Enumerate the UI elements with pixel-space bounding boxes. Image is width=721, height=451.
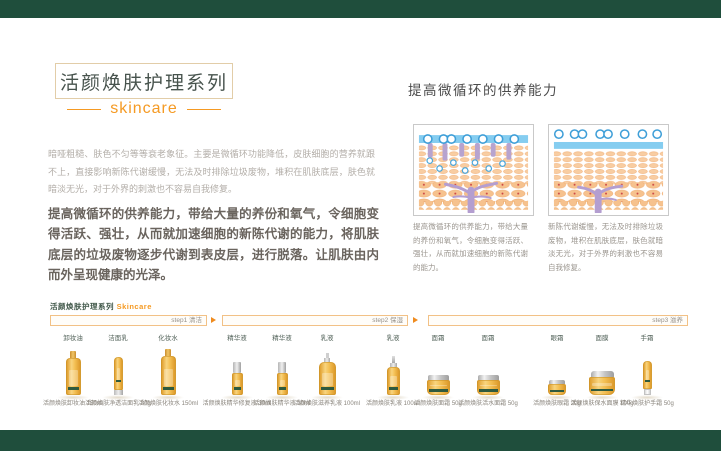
top-green-bar — [0, 0, 721, 18]
products-title-cn: 活颜焕肤护理系列 — [50, 302, 114, 311]
products-title-en: Skincare — [117, 302, 152, 311]
product-jar — [427, 341, 450, 395]
product-category: 面膜 — [596, 332, 609, 341]
skin-diagram-sluggish-svg — [551, 127, 666, 213]
series-title-box: 活颜焕肤护理系列 — [55, 63, 233, 99]
step-box-1: step1 清洁 — [50, 315, 207, 326]
step-box-3: step3 滋养 — [428, 315, 688, 326]
product-item: 手霜 精华焕肤护手霜 50g — [617, 332, 677, 407]
dash-left — [67, 109, 101, 110]
series-subtitle: skincare — [55, 100, 233, 118]
product-category: 乳液 — [321, 332, 334, 341]
product-pump-bottle — [319, 341, 336, 395]
product-category: 精华液 — [227, 332, 247, 341]
product-item: 乳液 活颜焕肤滋养乳液 100ml — [297, 332, 357, 407]
product-category: 卸妆油 — [63, 332, 83, 341]
product-reflection — [102, 395, 134, 400]
product-category: 眼霜 — [551, 332, 564, 341]
bottom-green-bar — [0, 430, 721, 451]
skin-diagram-healthy — [413, 124, 534, 216]
product-reflection — [377, 395, 409, 400]
product-jar — [589, 341, 615, 395]
product-bottle — [161, 341, 176, 395]
skin-diagram-sluggish — [548, 124, 669, 216]
arrow-right-icon — [211, 317, 216, 323]
product-item: 化妆水 活颜焕肤化妆水 150ml — [138, 332, 198, 407]
brochure-page: 活颜焕肤护理系列 skincare 暗哑粗糙、肤色不匀等等衰老象征。主要是微循环… — [0, 0, 721, 451]
product-reflection — [472, 395, 504, 400]
product-tube — [643, 341, 652, 395]
product-reflection — [152, 395, 184, 400]
benefit-paragraph: 提高微循环的供养能力，带给大量的养份和氧气，令细胞变得活跃、强壮，从而就加速细胞… — [48, 204, 379, 285]
product-bottle — [66, 341, 81, 395]
product-reflection — [586, 395, 618, 400]
product-bottle — [232, 341, 243, 395]
series-subtitle-label: skincare — [110, 100, 178, 118]
product-jar — [477, 341, 500, 395]
series-title: 活颜焕肤护理系列 — [60, 68, 228, 95]
product-category: 手霜 — [641, 332, 654, 341]
section-heading: 提高微循环的供养能力 — [408, 79, 558, 99]
product-bottle — [277, 341, 288, 395]
arrow-right-icon — [413, 317, 418, 323]
skin-diagram-healthy-svg — [416, 127, 531, 213]
figure-caption-healthy: 提高微循环的供养能力，带给大量的养份和氧气，令细胞变得活跃、强壮，从而就加速细胞… — [413, 220, 528, 274]
dash-right — [187, 109, 221, 110]
product-reflection — [422, 395, 454, 400]
intro-paragraph: 暗哑粗糙、肤色不匀等等衰老象征。主要是微循环功能降低，皮肤细胞的营养就跟不上，直… — [48, 146, 375, 199]
product-category: 洁面乳 — [108, 332, 128, 341]
product-reflection — [631, 395, 663, 400]
product-reflection — [221, 395, 253, 400]
product-category: 乳液 — [387, 332, 400, 341]
figure-caption-sluggish: 新陈代谢缓慢，无法及时排除垃圾废物，堆积在肌肤底层，肤色就暗淡无光，对于外界的刺… — [548, 220, 663, 274]
product-category: 精华液 — [272, 332, 292, 341]
product-dropper-bottle — [387, 341, 400, 395]
product-tube — [114, 341, 123, 395]
product-item: 面霜 活颜焕肤活水面霜 50g — [458, 332, 518, 407]
products-section-title: 活颜焕肤护理系列 Skincare — [50, 301, 152, 312]
product-reflection — [311, 395, 343, 400]
product-reflection — [541, 395, 573, 400]
product-jar — [548, 341, 566, 395]
step-box-2: step2 保湿 — [222, 315, 408, 326]
product-category: 面霜 — [432, 332, 445, 341]
product-category: 面霜 — [482, 332, 495, 341]
product-category: 化妆水 — [158, 332, 178, 341]
